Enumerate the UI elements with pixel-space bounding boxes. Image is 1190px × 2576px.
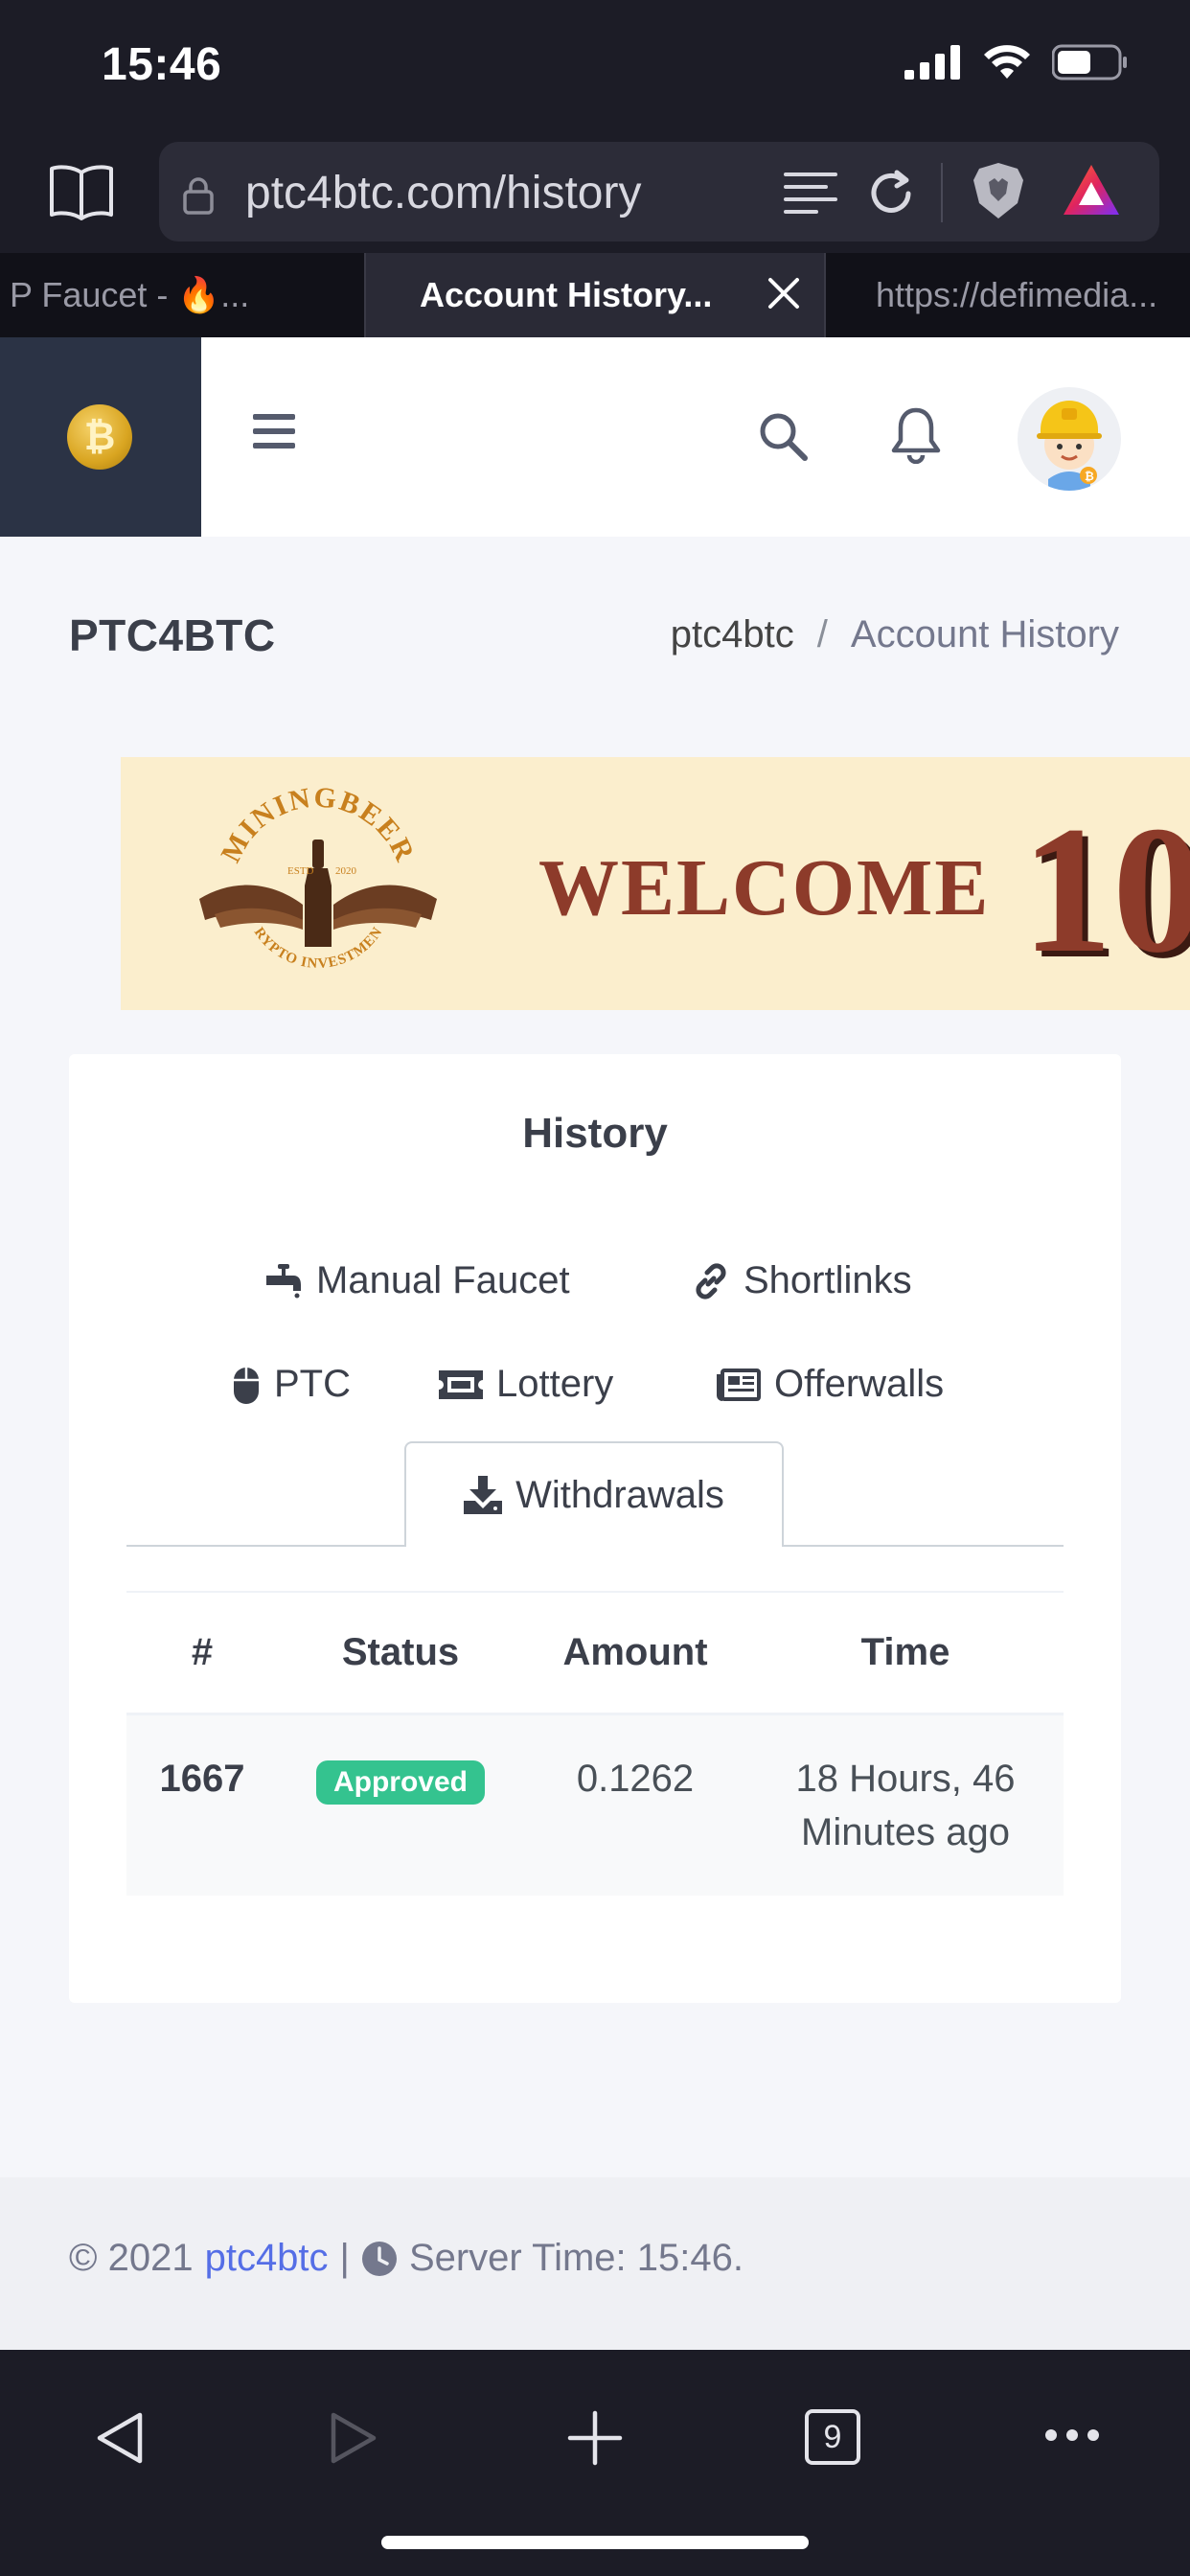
- tab-label: Account History...: [420, 275, 713, 314]
- banner-headline: 10: [1021, 790, 1190, 991]
- withdrawals-table: # Status Amount Time 1667 Approved 0.126…: [126, 1591, 1064, 1896]
- close-icon[interactable]: [765, 274, 803, 312]
- tab-label: Manual Faucet: [316, 1259, 570, 1301]
- more-icon[interactable]: [1044, 2428, 1100, 2442]
- newspaper-icon: [717, 1368, 761, 1401]
- back-icon[interactable]: [92, 2409, 146, 2467]
- tab-label: P Faucet - 🔥...: [10, 275, 250, 314]
- miningbeer-logo: MININGBEER ESTD 2020 CRYPTO INVESTMENT: [195, 786, 437, 972]
- tab-shortlinks[interactable]: Shortlinks: [692, 1259, 912, 1302]
- browser-toolbar: ptc4btc.com/history: [0, 134, 1190, 253]
- url-text[interactable]: ptc4btc.com/history: [245, 167, 641, 219]
- tab-manual-faucet[interactable]: Manual Faucet: [264, 1259, 570, 1302]
- tab-label: PTC: [274, 1363, 351, 1405]
- tab-ptc[interactable]: PTC: [232, 1363, 351, 1406]
- download-icon: [464, 1476, 503, 1514]
- tab-label: Lottery: [496, 1363, 614, 1405]
- logo-panel: ₿: [0, 337, 201, 537]
- footer-text: © 2021 ptc4btc | Server Time: 15:46.: [69, 2237, 744, 2280]
- breadcrumb-home[interactable]: ptc4btc: [671, 613, 794, 656]
- cell-status: Approved: [278, 1752, 523, 1806]
- tab-withdrawals-active[interactable]: Withdrawals: [404, 1441, 784, 1547]
- server-time: Server Time: 15:46.: [408, 2237, 744, 2279]
- address-bar[interactable]: ptc4btc.com/history: [159, 142, 1159, 242]
- table-row: 1667 Approved 0.1262 18 Hours, 46 Minute…: [126, 1715, 1064, 1896]
- wifi-icon: [984, 45, 1030, 79]
- lock-icon: [183, 177, 214, 215]
- banner-ad[interactable]: MININGBEER ESTD 2020 CRYPTO INVESTMENT W…: [121, 757, 1190, 1010]
- svg-text:2020: 2020: [335, 865, 357, 877]
- cell-amount: 0.1262: [576, 1758, 695, 1800]
- browser-tab-active[interactable]: Account History...: [366, 253, 824, 337]
- status-bar: 15:46: [0, 0, 1190, 134]
- status-time: 15:46: [102, 39, 222, 90]
- miner-avatar-icon: ₿: [1037, 401, 1102, 491]
- cell-time: 18 Hours, 46 Minutes ago: [795, 1758, 1016, 1853]
- column-header: Time: [860, 1631, 950, 1673]
- status-icons: [904, 44, 1129, 80]
- column-header: #: [191, 1631, 214, 1673]
- status-badge: Approved: [315, 1760, 485, 1805]
- browser-tab[interactable]: P Faucet - 🔥...: [0, 253, 364, 337]
- battery-icon: [1052, 44, 1127, 80]
- column-header: Status: [341, 1631, 460, 1673]
- svg-text:ESTD: ESTD: [287, 865, 314, 877]
- tab-label: Shortlinks: [744, 1259, 912, 1301]
- column-header: Amount: [562, 1631, 708, 1673]
- tab-offerwalls[interactable]: Offerwalls: [717, 1363, 944, 1406]
- breadcrumb-current: Account History: [850, 613, 1119, 656]
- faucet-icon: [266, 1263, 301, 1298]
- footer-site-link[interactable]: ptc4btc: [205, 2237, 329, 2280]
- table-header-row: # Status Amount Time: [126, 1591, 1064, 1715]
- bell-icon[interactable]: [889, 406, 943, 464]
- tab-label: https://defimedia...: [876, 275, 1158, 314]
- forward-icon[interactable]: [328, 2409, 381, 2467]
- svg-text:₿: ₿: [1085, 470, 1094, 483]
- hamburger-icon[interactable]: [253, 412, 295, 450]
- cell-id: 1667: [159, 1758, 245, 1800]
- tabs-button[interactable]: 9: [805, 2409, 860, 2465]
- mouse-icon: [234, 1367, 259, 1404]
- brave-shield-icon[interactable]: [972, 161, 1025, 220]
- tab-label: Offerwalls: [774, 1363, 945, 1405]
- link-icon: [696, 1262, 726, 1300]
- tab-label: Withdrawals: [515, 1473, 724, 1516]
- footer: © 2021 ptc4btc | Server Time: 15:46.: [0, 2177, 1190, 2350]
- browser-tabs: P Faucet - 🔥... Account History... https…: [0, 253, 1190, 337]
- home-indicator: [381, 2536, 809, 2549]
- page-title: PTC4BTC: [69, 610, 276, 660]
- reader-icon[interactable]: [784, 171, 837, 217]
- footer-separator: |: [339, 2237, 350, 2279]
- tab-lottery[interactable]: Lottery: [439, 1363, 613, 1406]
- breadcrumb-separator: /: [816, 613, 828, 656]
- url-divider: [941, 163, 943, 222]
- banner-welcome: WELCOME: [538, 843, 991, 932]
- history-card: History Manual Faucet Shortlinks PTC Lot…: [69, 1054, 1121, 2003]
- card-title: History: [522, 1110, 668, 1157]
- plus-icon[interactable]: [567, 2409, 623, 2467]
- copyright: © 2021: [69, 2237, 194, 2279]
- book-icon[interactable]: [48, 161, 115, 222]
- browser-tab[interactable]: https://defimedia...: [826, 253, 1190, 337]
- ticket-icon: [439, 1369, 483, 1399]
- search-icon[interactable]: [757, 410, 809, 462]
- site-header: ₿ ₿: [0, 337, 1190, 537]
- clock-icon: [361, 2241, 397, 2276]
- avatar[interactable]: ₿: [1018, 387, 1121, 491]
- breadcrumb: ptc4btc / Account History: [671, 613, 1119, 656]
- rewards-icon[interactable]: [1062, 161, 1121, 218]
- reload-icon[interactable]: [864, 167, 918, 220]
- signal-icon: [904, 45, 960, 80]
- site-logo[interactable]: ₿: [67, 404, 132, 470]
